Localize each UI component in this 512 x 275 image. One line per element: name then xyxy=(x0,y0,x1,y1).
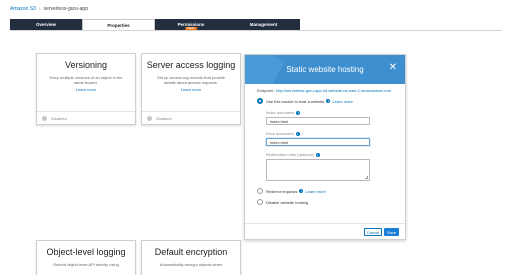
endpoint-url-link[interactable]: http://serverless-guru-app.s3-website-us… xyxy=(276,88,391,93)
access-logging-status: Disabled xyxy=(142,111,240,124)
redirect-requests-label: Redirect requests xyxy=(266,188,298,194)
info-icon[interactable]: i xyxy=(315,152,320,157)
index-document-input[interactable]: index.html xyxy=(266,117,370,125)
error-document-label: Error document i xyxy=(266,131,300,136)
endpoint: Endpoint : http://serverless-guru-app.s3… xyxy=(257,88,395,93)
static-website-hosting-dialog: Static website hosting ✕ Endpoint : http… xyxy=(244,54,406,240)
error-document-input[interactable]: index.html xyxy=(266,138,370,146)
tab-bar: Overview Properties Permissions Public Ma… xyxy=(10,19,300,31)
info-icon[interactable]: i xyxy=(296,110,301,115)
redirect-requests-radio[interactable] xyxy=(257,188,263,194)
disable-hosting-option[interactable]: Disable website hosting xyxy=(257,199,395,205)
redirection-rules-textarea[interactable] xyxy=(266,159,370,181)
info-icon[interactable]: i xyxy=(299,189,304,193)
tab-management-label: Management xyxy=(249,22,278,27)
redirect-requests-option[interactable]: Redirect requests i Learn more xyxy=(257,188,395,194)
versioning-status: Disabled xyxy=(37,111,135,124)
disable-hosting-radio[interactable] xyxy=(257,199,263,205)
encryption-description: Automatically encrypt objects when xyxy=(159,262,223,267)
save-button[interactable]: Save xyxy=(384,228,399,236)
host-website-label: Use this bucket to host a website xyxy=(266,98,325,104)
access-logging-learn-more-link[interactable]: Learn more xyxy=(142,87,240,92)
dialog-header: Static website hosting ✕ xyxy=(245,55,405,84)
endpoint-label: Endpoint : xyxy=(257,88,276,93)
host-website-option[interactable]: Use this bucket to host a website i Lear… xyxy=(257,98,395,104)
resize-grip-icon[interactable] xyxy=(365,176,368,179)
tab-management[interactable]: Management xyxy=(227,19,300,30)
status-dot-icon xyxy=(147,115,152,121)
encryption-title: Default encryption xyxy=(154,247,228,257)
status-dot-icon xyxy=(42,115,47,121)
disable-hosting-label: Disable website hosting xyxy=(266,199,309,205)
header-hexagon-decoration xyxy=(245,55,285,84)
access-logging-description: Set up access log records that provide d… xyxy=(156,75,226,85)
versioning-card[interactable]: Versioning Keep multiple versions of an … xyxy=(36,53,136,125)
access-logging-card[interactable]: Server access logging Set up access log … xyxy=(141,53,241,125)
versioning-description: Keep multiple versions of an object in t… xyxy=(49,75,123,85)
object-logging-card[interactable]: Object-level logging Record object-level… xyxy=(36,240,136,275)
info-icon[interactable]: i xyxy=(295,131,300,136)
object-logging-description: Record object-level API activity using xyxy=(53,262,119,267)
dialog-footer: Cancel Save xyxy=(245,223,405,239)
versioning-learn-more-link[interactable]: Learn more xyxy=(37,87,135,92)
encryption-card[interactable]: Default encryption Automatically encrypt… xyxy=(141,240,241,275)
index-document-label: Index document i xyxy=(266,110,301,115)
tab-overview-label: Overview xyxy=(35,22,56,27)
learn-more-link[interactable]: Learn more xyxy=(332,99,352,104)
breadcrumb-current: serverless-guru-app xyxy=(43,6,88,12)
breadcrumb: Amazon S3 › serverless-guru-app xyxy=(10,6,88,13)
breadcrumb-separator: › xyxy=(38,6,41,12)
host-website-radio[interactable] xyxy=(257,98,263,104)
learn-more-link[interactable]: Learn more xyxy=(305,189,325,194)
object-logging-title: Object-level logging xyxy=(46,247,126,257)
access-logging-title: Server access logging xyxy=(146,60,236,70)
cancel-button[interactable]: Cancel xyxy=(364,228,382,236)
access-logging-status-text: Disabled xyxy=(156,115,172,121)
versioning-status-text: Disabled xyxy=(51,115,67,121)
info-icon[interactable]: i xyxy=(326,99,331,103)
versioning-title: Versioning xyxy=(64,60,108,70)
dialog-body: Endpoint : http://serverless-guru-app.s3… xyxy=(245,84,405,205)
hosting-fields: Index document i index.html Error documen… xyxy=(266,110,395,181)
redirection-rules-label: Redirection rules (optional) i xyxy=(266,152,320,157)
tab-permissions[interactable]: Permissions Public xyxy=(155,19,227,30)
dialog-title: Static website hosting xyxy=(286,65,364,74)
close-icon[interactable]: ✕ xyxy=(389,62,397,74)
breadcrumb-root-link[interactable]: Amazon S3 xyxy=(10,6,36,12)
tab-divider xyxy=(10,30,502,31)
tab-properties-label: Properties xyxy=(107,23,130,28)
tab-overview[interactable]: Overview xyxy=(10,19,82,30)
